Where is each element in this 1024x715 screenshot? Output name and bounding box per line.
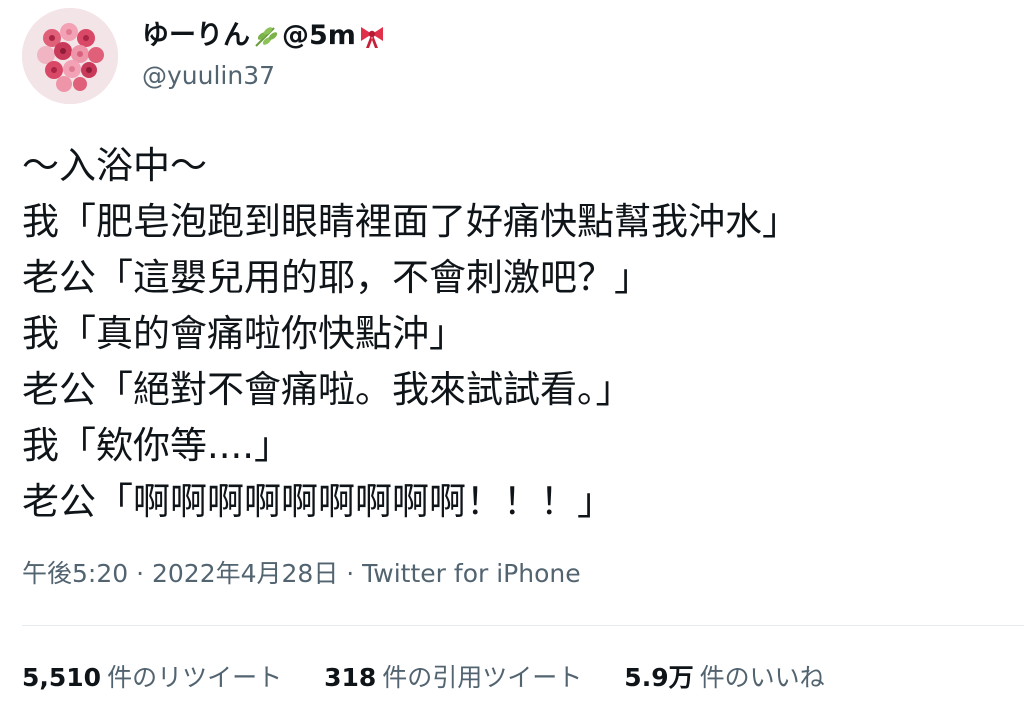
quotes-label: 件の引用ツイート bbox=[382, 663, 583, 692]
tweet-line: 老公「啊啊啊啊啊啊啊啊啊！！！」 bbox=[22, 480, 614, 523]
herb-icon bbox=[252, 22, 280, 50]
tweet-line: 老公「絕對不會痛啦。我來試試看。」 bbox=[22, 368, 633, 411]
tweet: ゆーりん @5m @yuulin37 ～入浴中～ 我「肥皂泡跑到眼睛裡面了好痛快 bbox=[0, 0, 1024, 715]
tweet-line: 我「欸你等....」 bbox=[22, 424, 292, 467]
quotes-stat[interactable]: 318 件の引用ツイート bbox=[324, 660, 582, 696]
retweets-label: 件のリツイート bbox=[107, 663, 283, 692]
display-name[interactable]: ゆーりん @5m bbox=[142, 18, 388, 54]
likes-stat[interactable]: 5.9万 件のいいね bbox=[624, 660, 824, 696]
display-name-suffix: @5m bbox=[282, 20, 356, 51]
tweet-timestamp[interactable]: 午後5:20 · 2022年4月28日 · Twitter for iPhone bbox=[22, 556, 581, 592]
ribbon-icon bbox=[358, 22, 386, 50]
avatar[interactable] bbox=[22, 8, 118, 104]
tweet-line: 我「真的會痛啦你快點沖」 bbox=[22, 312, 466, 355]
retweets-stat[interactable]: 5,510 件のリツイート bbox=[22, 660, 282, 696]
tweet-line: 我「肥皂泡跑到眼睛裡面了好痛快點幫我沖水」 bbox=[22, 200, 799, 243]
retweets-count: 5,510 bbox=[22, 663, 102, 692]
rose-bouquet-image bbox=[22, 8, 118, 104]
tweet-stats: 5,510 件のリツイート 318 件の引用ツイート 5.9万 件のいいね bbox=[22, 660, 867, 696]
likes-count: 5.9万 bbox=[624, 663, 694, 692]
divider bbox=[22, 625, 1024, 626]
display-name-text: ゆーりん bbox=[142, 20, 250, 51]
tweet-line: ～入浴中～ bbox=[22, 144, 207, 187]
likes-label: 件のいいね bbox=[699, 663, 825, 692]
tweet-text: ～入浴中～ 我「肥皂泡跑到眼睛裡面了好痛快點幫我沖水」 老公「這嬰兒用的耶，不會… bbox=[22, 138, 1012, 530]
tweet-line: 老公「這嬰兒用的耶，不會刺激吧？」 bbox=[22, 256, 651, 299]
user-handle[interactable]: @yuulin37 bbox=[142, 60, 275, 92]
quotes-count: 318 bbox=[324, 663, 377, 692]
